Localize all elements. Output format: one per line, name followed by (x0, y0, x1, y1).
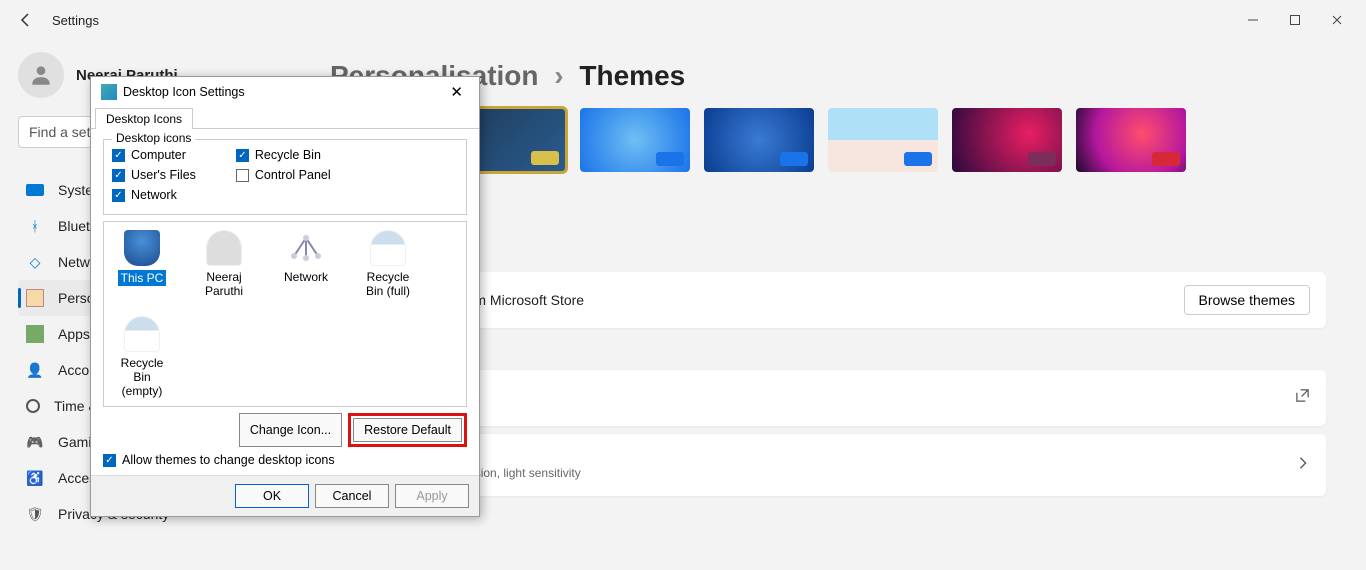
checkbox-icon: ✓ (103, 454, 116, 467)
titlebar: Settings (0, 0, 1366, 40)
breadcrumb-current: Themes (579, 60, 685, 91)
icon-item[interactable]: Network (276, 230, 336, 298)
theme-tile[interactable] (1074, 106, 1188, 174)
dialog-title: Desktop Icon Settings (123, 85, 245, 99)
theme-tile[interactable] (950, 106, 1064, 174)
apply-button[interactable]: Apply (395, 484, 469, 508)
checkbox-icon: ✓ (236, 149, 249, 162)
minimize-button[interactable] (1244, 11, 1262, 29)
chk-allow-themes[interactable]: ✓ Allow themes to change desktop icons (103, 453, 467, 467)
dialog-tabs: Desktop Icons (91, 107, 479, 129)
fieldset-legend: Desktop icons (112, 131, 195, 145)
checkbox-icon (236, 169, 249, 182)
window-title: Settings (52, 13, 99, 28)
clock-icon (26, 399, 40, 413)
ok-button[interactable]: OK (235, 484, 309, 508)
window-controls (1244, 11, 1354, 29)
privacy-icon: 🛡 (26, 505, 44, 523)
theme-tile[interactable] (578, 106, 692, 174)
icon-item[interactable]: Recycle Bin (empty) (112, 316, 172, 398)
accessibility-icon: ♿ (26, 469, 44, 487)
dialog-icon (101, 84, 117, 100)
chk-control-panel[interactable]: Control Panel (236, 168, 331, 182)
highlight-box: Restore Default (348, 413, 467, 447)
external-link-icon (1295, 388, 1310, 408)
dialog-footer: OK Cancel Apply (91, 475, 479, 516)
chevron-right-icon: › (554, 60, 563, 91)
wifi-icon: ◇ (26, 253, 44, 271)
chk-network[interactable]: ✓Network (112, 188, 196, 202)
checkbox-icon: ✓ (112, 149, 125, 162)
bluetooth-icon: ᚼ (26, 217, 44, 235)
apps-icon (26, 325, 44, 343)
close-button[interactable] (1328, 11, 1346, 29)
dialog-close-button[interactable]: ✕ (444, 81, 469, 103)
icon-item[interactable]: Recycle Bin (full) (358, 230, 418, 298)
chevron-right-icon (1296, 456, 1310, 475)
brush-icon (26, 289, 44, 307)
browse-themes-button[interactable]: Browse themes (1184, 285, 1310, 315)
chk-recycle-bin[interactable]: ✓Recycle Bin (236, 148, 331, 162)
checkbox-icon: ✓ (112, 189, 125, 202)
chk-computer[interactable]: ✓Computer (112, 148, 196, 162)
theme-tile[interactable] (826, 106, 940, 174)
cancel-button[interactable]: Cancel (315, 484, 389, 508)
theme-tile[interactable] (702, 106, 816, 174)
icon-item[interactable]: Neeraj Paruthi (194, 230, 254, 298)
avatar (18, 52, 64, 98)
change-icon-button[interactable]: Change Icon... (239, 413, 342, 447)
gaming-icon: 🎮 (26, 433, 44, 451)
accounts-icon: 👤 (26, 361, 44, 379)
icon-item[interactable]: This PC (112, 230, 172, 298)
system-icon (26, 184, 44, 196)
maximize-button[interactable] (1286, 11, 1304, 29)
tab-desktop-icons[interactable]: Desktop Icons (95, 108, 193, 129)
desktop-icons-fieldset: Desktop icons ✓Computer ✓User's Files ✓N… (103, 139, 467, 215)
dialog-titlebar: Desktop Icon Settings ✕ (91, 77, 479, 107)
desktop-icon-settings-dialog: Desktop Icon Settings ✕ Desktop Icons De… (90, 76, 480, 517)
chk-users-files[interactable]: ✓User's Files (112, 168, 196, 182)
restore-default-button[interactable]: Restore Default (353, 418, 462, 442)
checkbox-icon: ✓ (112, 169, 125, 182)
back-button[interactable] (12, 6, 40, 34)
icon-preview-box: This PC Neeraj Paruthi Network Recycle Bin … (103, 221, 467, 407)
